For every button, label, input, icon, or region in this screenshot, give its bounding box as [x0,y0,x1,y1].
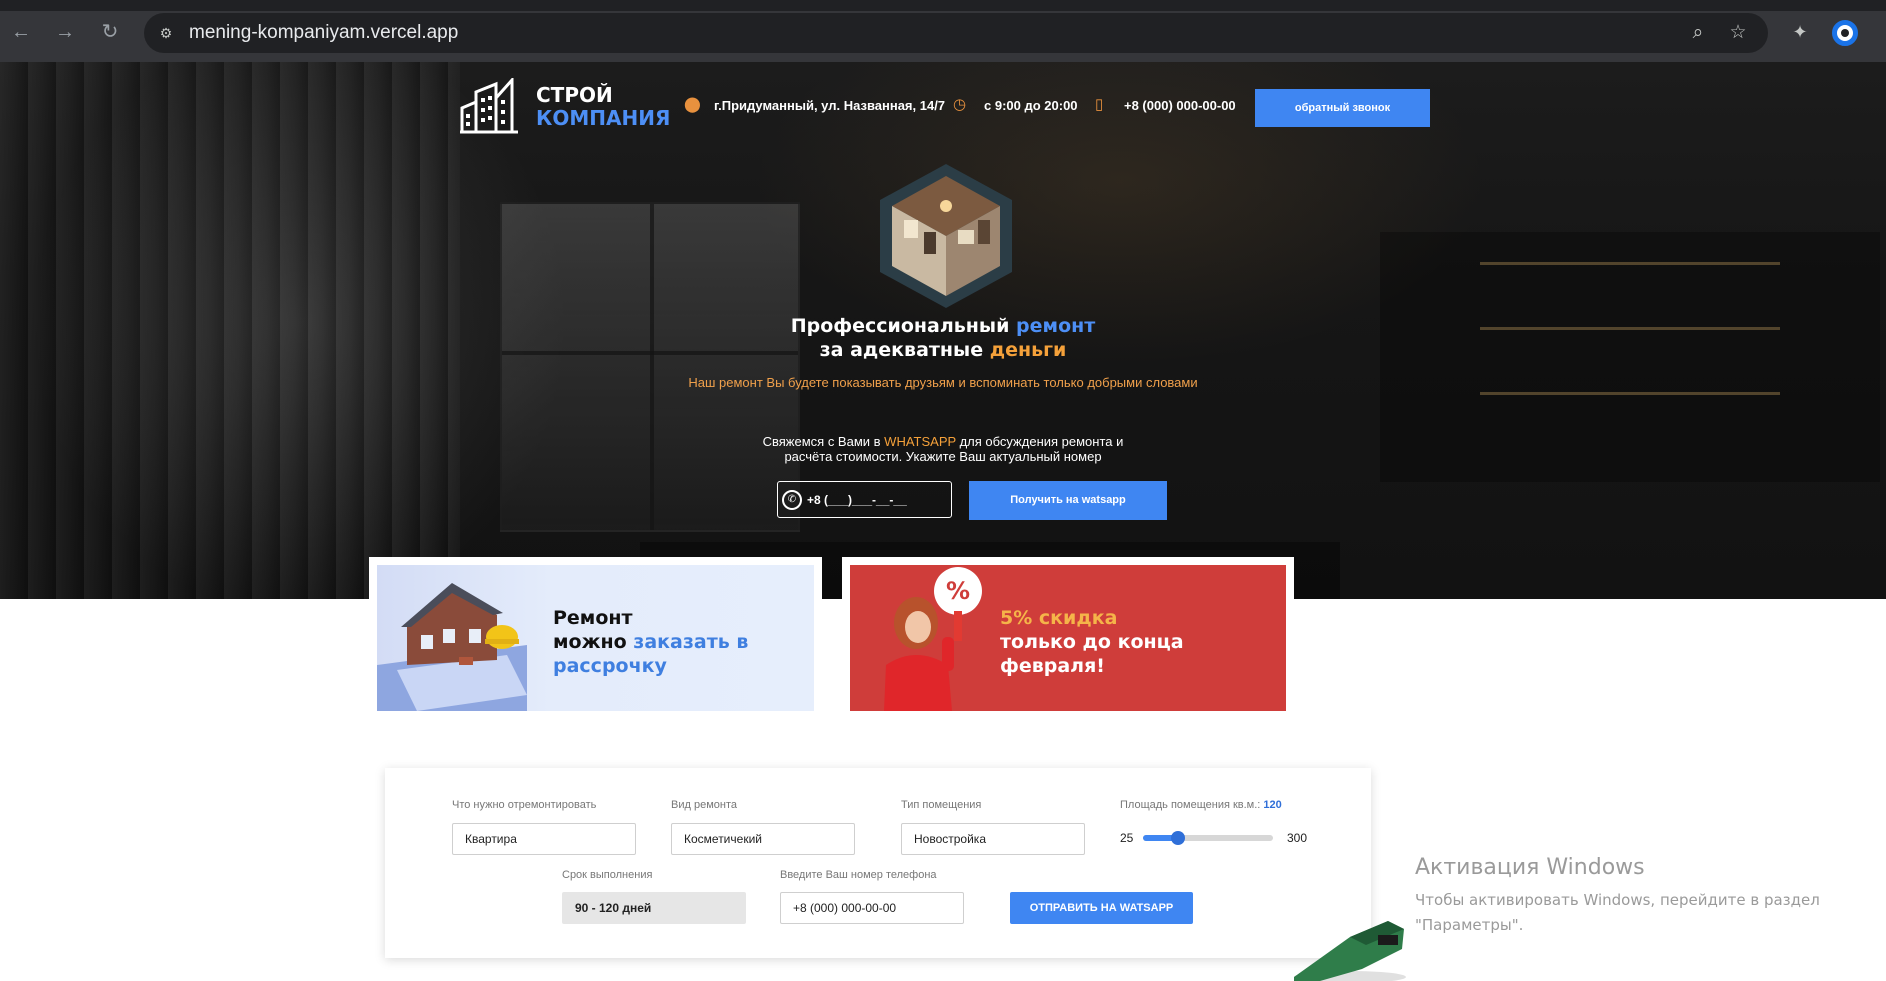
area-value: 120 [1263,799,1282,811]
zoom-icon[interactable]: ⌕ [1687,22,1709,44]
area-max: 300 [1287,831,1308,845]
back-button[interactable]: ← [9,20,33,44]
phone-icon: ▯ [1095,96,1104,113]
area-min: 25 [1120,831,1134,845]
logo-text: СТРОЙ КОМПАНИЯ [536,84,670,130]
what-select[interactable]: Квартира [452,823,636,855]
repair-calculator-form: Что нужно отремонтировать Квартира Вид р… [385,768,1371,958]
room-type-select[interactable]: Новостройка [901,823,1085,855]
arrow-right-icon: → [55,21,75,43]
svg-text:%: % [946,577,970,605]
star-icon[interactable]: ☆ [1727,22,1749,44]
whatsapp-phone-input[interactable]: ✆ +8 (___)___-__-__ [777,481,952,518]
building-icon [460,78,518,134]
area-slider[interactable] [1143,831,1273,845]
hero-subtitle: Наш ремонт Вы будете показывать друзьям … [688,375,1198,390]
area-slider-handle[interactable] [1171,831,1186,845]
headline-part-2: за адекватные [819,339,984,361]
hours-text: с 9:00 до 20:00 [984,98,1078,113]
promo-installment-banner: Ремонт можно заказать в рассрочку [377,565,814,711]
what-label: Что нужно отремонтировать [452,799,597,811]
hero-background-shelf [1480,392,1780,395]
send-whatsapp-button[interactable]: ОТПРАВИТЬ НА WATSAPP [1010,892,1193,924]
phone-label: Введите Ваш номер телефона [780,869,937,881]
hero-background-cabinet [1380,232,1880,482]
reload-icon: ↻ [101,21,119,43]
woman-with-percent-sign-image: % [884,567,982,711]
installment-text: Ремонт можно заказать в рассрочку [553,606,814,678]
discount-accent: 5% скидка [1000,607,1118,629]
phone-mask-text: +8 (___)___-__-__ [807,493,907,507]
repair-type-select[interactable]: Косметичекий [671,823,855,855]
hero-background-shelf [1480,327,1780,330]
address-bar[interactable]: ⚙ mening-kompaniyam.vercel.app ⌕ ☆ [144,13,1768,53]
windows-activation-title: Активация Windows [1415,855,1645,880]
area-label: Площадь помещения кв.м.: 120 [1120,799,1282,811]
extension-icon[interactable]: ✦ [1788,20,1812,44]
installment-line-1: Ремонт [553,607,633,629]
phone-field[interactable]: +8 (000) 000-00-00 [780,892,964,924]
address-text: г.Придуманный, ул. Названная, 14/7 [714,98,946,113]
whatsapp-icon: ✆ [782,490,802,510]
tune-icon[interactable]: ⚙ [156,23,176,43]
repair-type-label: Вид ремонта [671,799,737,811]
phone-link[interactable]: +8 (000) 000-00-00 [1124,98,1236,114]
house-blueprint-image [377,583,527,711]
get-whatsapp-button[interactable]: Получить на watsapp [969,481,1167,520]
whatsapp-prompt: Свяжемся с Вами в WHATSAPP для обсуждени… [740,434,1146,464]
hero-headline: Профессиональный ремонт за адекватные де… [700,314,1186,362]
windows-activation-subtitle: Чтобы активировать Windows, перейдите в … [1415,891,1820,934]
clock-icon: ◷ [953,96,967,113]
discount-text: 5% скидка только до конца февраля! [1000,606,1286,678]
promo-installment-card[interactable]: Ремонт можно заказать в рассрочку [369,557,822,711]
hero-background [0,62,460,599]
term-select[interactable]: 90 - 120 дней [562,892,746,924]
profile-icon[interactable] [1832,20,1858,46]
logo-line-1: СТРОЙ [536,83,613,107]
discount-line: только до конца февраля! [1000,631,1184,677]
url-text[interactable]: mening-kompaniyam.vercel.app [189,23,458,43]
hero-background-shelf [1480,262,1780,265]
drill-image [1294,921,1406,981]
promo-discount-card[interactable]: % 5% скидка только до конца февраля! [842,557,1294,711]
headline-accent-2: деньги [989,339,1067,361]
logo-line-2: КОМПАНИЯ [536,106,671,130]
prompt-part-1: Свяжемся с Вами в [762,434,881,449]
location-pin-icon: ⬤ [684,96,701,113]
reload-button[interactable]: ↻ [98,20,122,44]
term-label: Срок выполнения [562,869,653,881]
hero-background-window [500,202,800,532]
installment-line-2: можно [553,631,627,653]
browser-toolbar: ← → ↻ ⚙ mening-kompaniyam.vercel.app ⌕ ☆… [0,0,1886,62]
headline-part-1: Профессиональный [790,315,1010,337]
forward-button[interactable]: → [53,20,77,44]
promo-discount-banner: % 5% скидка только до конца февраля! [850,565,1286,711]
prompt-accent: WHATSAPP [884,434,956,449]
callback-button[interactable]: обратный звонок [1255,89,1430,127]
headline-accent-1: ремонт [1016,315,1096,337]
area-label-text: Площадь помещения кв.м.: [1120,799,1261,811]
isometric-room-image [880,164,1012,308]
company-logo[interactable]: СТРОЙ КОМПАНИЯ [460,76,670,136]
hero-section: СТРОЙ КОМПАНИЯ ⬤ г.Придуманный, ул. Назв… [0,62,1886,599]
room-type-label: Тип помещения [901,799,982,811]
arrow-left-icon: ← [11,21,31,43]
tab-strip [0,0,1886,11]
